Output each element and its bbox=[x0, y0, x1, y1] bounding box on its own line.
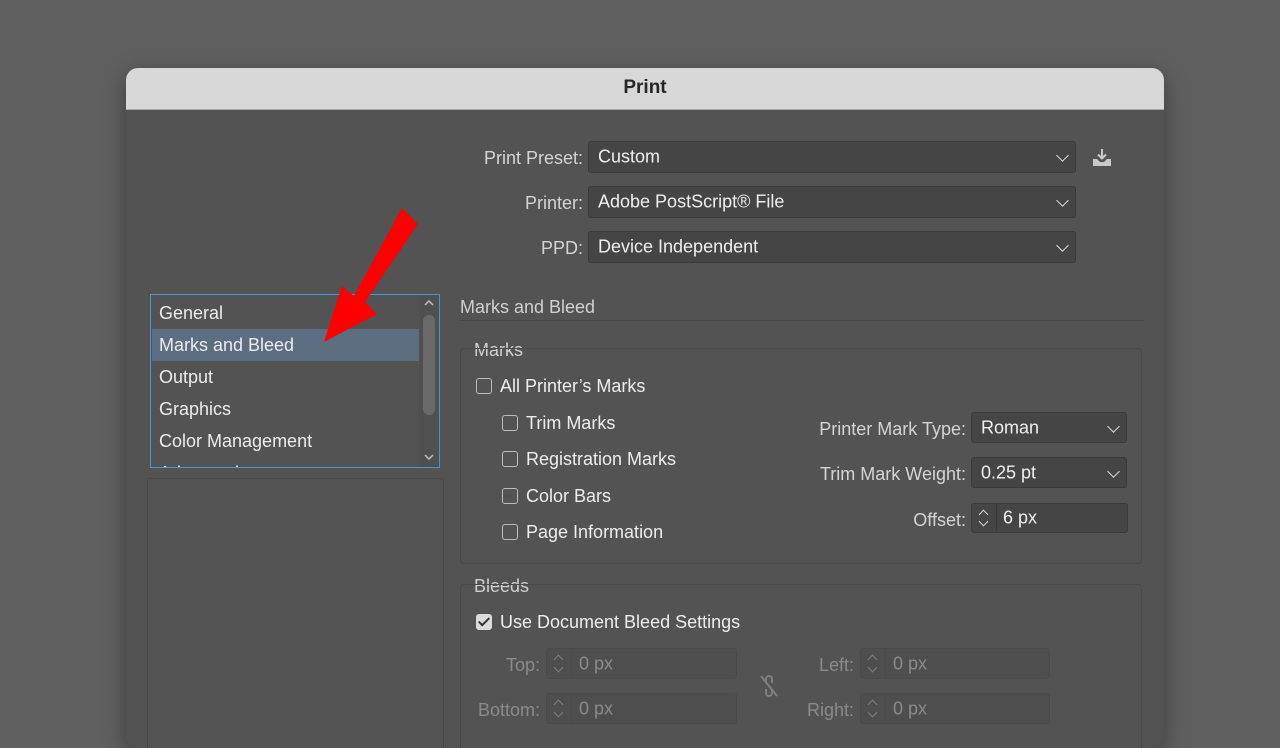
ppd-dropdown[interactable]: Device Independent bbox=[588, 231, 1076, 263]
scroll-down-icon[interactable] bbox=[424, 453, 434, 461]
printer-label: Printer: bbox=[524, 193, 583, 213]
chevron-down-icon bbox=[1056, 194, 1069, 207]
bleed-right-stepper[interactable]: 0 px bbox=[860, 693, 1050, 724]
annotation-arrow bbox=[324, 208, 418, 342]
chevron-down-icon bbox=[1056, 239, 1069, 252]
chevron-down-icon bbox=[1107, 419, 1120, 433]
bleed-top-stepper[interactable]: 0 px bbox=[546, 648, 737, 679]
registration-marks-label[interactable]: Registration Marks bbox=[526, 449, 676, 470]
list-item-output[interactable]: Output bbox=[152, 361, 420, 393]
bleed-left-label: Left: bbox=[818, 655, 854, 675]
offset-stepper-arrows[interactable] bbox=[972, 504, 997, 532]
ppd-label: PPD: bbox=[540, 238, 583, 258]
offset-value: 6 px bbox=[1003, 507, 1038, 528]
broken-link-icon[interactable] bbox=[758, 673, 780, 699]
printer-dropdown[interactable]: Adobe PostScript® File bbox=[588, 186, 1076, 218]
trim-marks-label[interactable]: Trim Marks bbox=[526, 413, 615, 434]
preview-panel bbox=[147, 478, 444, 748]
use-document-bleed-checkbox[interactable] bbox=[476, 614, 492, 630]
offset-stepper[interactable]: 6 px bbox=[971, 503, 1128, 533]
bleed-left-value: 0 px bbox=[893, 653, 928, 673]
offset-label: Offset: bbox=[913, 510, 966, 530]
all-printers-marks-checkbox[interactable] bbox=[476, 378, 492, 394]
bleed-bottom-label: Bottom: bbox=[477, 700, 540, 720]
page-information-label[interactable]: Page Information bbox=[526, 522, 663, 543]
download-icon[interactable] bbox=[1090, 147, 1114, 169]
section-title: Marks and Bleed bbox=[460, 297, 596, 317]
color-bars-label[interactable]: Color Bars bbox=[526, 486, 611, 507]
print-preset-label: Print Preset: bbox=[483, 148, 583, 168]
bleed-right-value: 0 px bbox=[893, 698, 928, 718]
print-dialog: Print Print Preset: Custom Printer: Adob… bbox=[126, 68, 1164, 748]
list-item-color-management[interactable]: Color Management bbox=[152, 425, 420, 457]
trim-mark-weight-dropdown[interactable]: 0.25 pt bbox=[971, 457, 1127, 488]
section-divider bbox=[460, 320, 1144, 321]
trim-mark-weight-value: 0.25 pt bbox=[981, 462, 1037, 482]
bleed-top-label: Top: bbox=[505, 655, 540, 675]
printer-mark-type-dropdown[interactable]: Roman bbox=[971, 412, 1127, 443]
ppd-value: Device Independent bbox=[598, 236, 759, 257]
color-bars-checkbox[interactable] bbox=[502, 488, 518, 504]
printer-value: Adobe PostScript® File bbox=[598, 191, 785, 212]
trim-mark-weight-label: Trim Mark Weight: bbox=[819, 464, 966, 484]
printer-mark-type-label: Printer Mark Type: bbox=[819, 419, 966, 439]
all-printers-marks-label[interactable]: All Printer’s Marks bbox=[500, 376, 645, 397]
list-item-advanced[interactable]: Advanced bbox=[152, 457, 420, 467]
bleed-bottom-stepper[interactable]: 0 px bbox=[546, 693, 737, 724]
bleed-left-stepper[interactable]: 0 px bbox=[860, 648, 1050, 679]
printer-mark-type-value: Roman bbox=[981, 417, 1040, 437]
dialog-title: Print bbox=[126, 68, 1164, 110]
registration-marks-checkbox[interactable] bbox=[502, 451, 518, 467]
bleed-right-label: Right: bbox=[806, 700, 854, 720]
chevron-down-icon bbox=[1107, 464, 1120, 478]
bleed-top-value: 0 px bbox=[579, 653, 614, 673]
trim-marks-checkbox[interactable] bbox=[502, 415, 518, 431]
page-information-checkbox[interactable] bbox=[502, 524, 518, 540]
use-document-bleed-label[interactable]: Use Document Bleed Settings bbox=[500, 612, 740, 633]
print-preset-value: Custom bbox=[598, 146, 661, 167]
chevron-down-icon bbox=[1056, 149, 1069, 162]
list-item-graphics[interactable]: Graphics bbox=[152, 393, 420, 425]
bleed-bottom-value: 0 px bbox=[579, 698, 614, 718]
print-preset-dropdown[interactable]: Custom bbox=[588, 141, 1076, 173]
